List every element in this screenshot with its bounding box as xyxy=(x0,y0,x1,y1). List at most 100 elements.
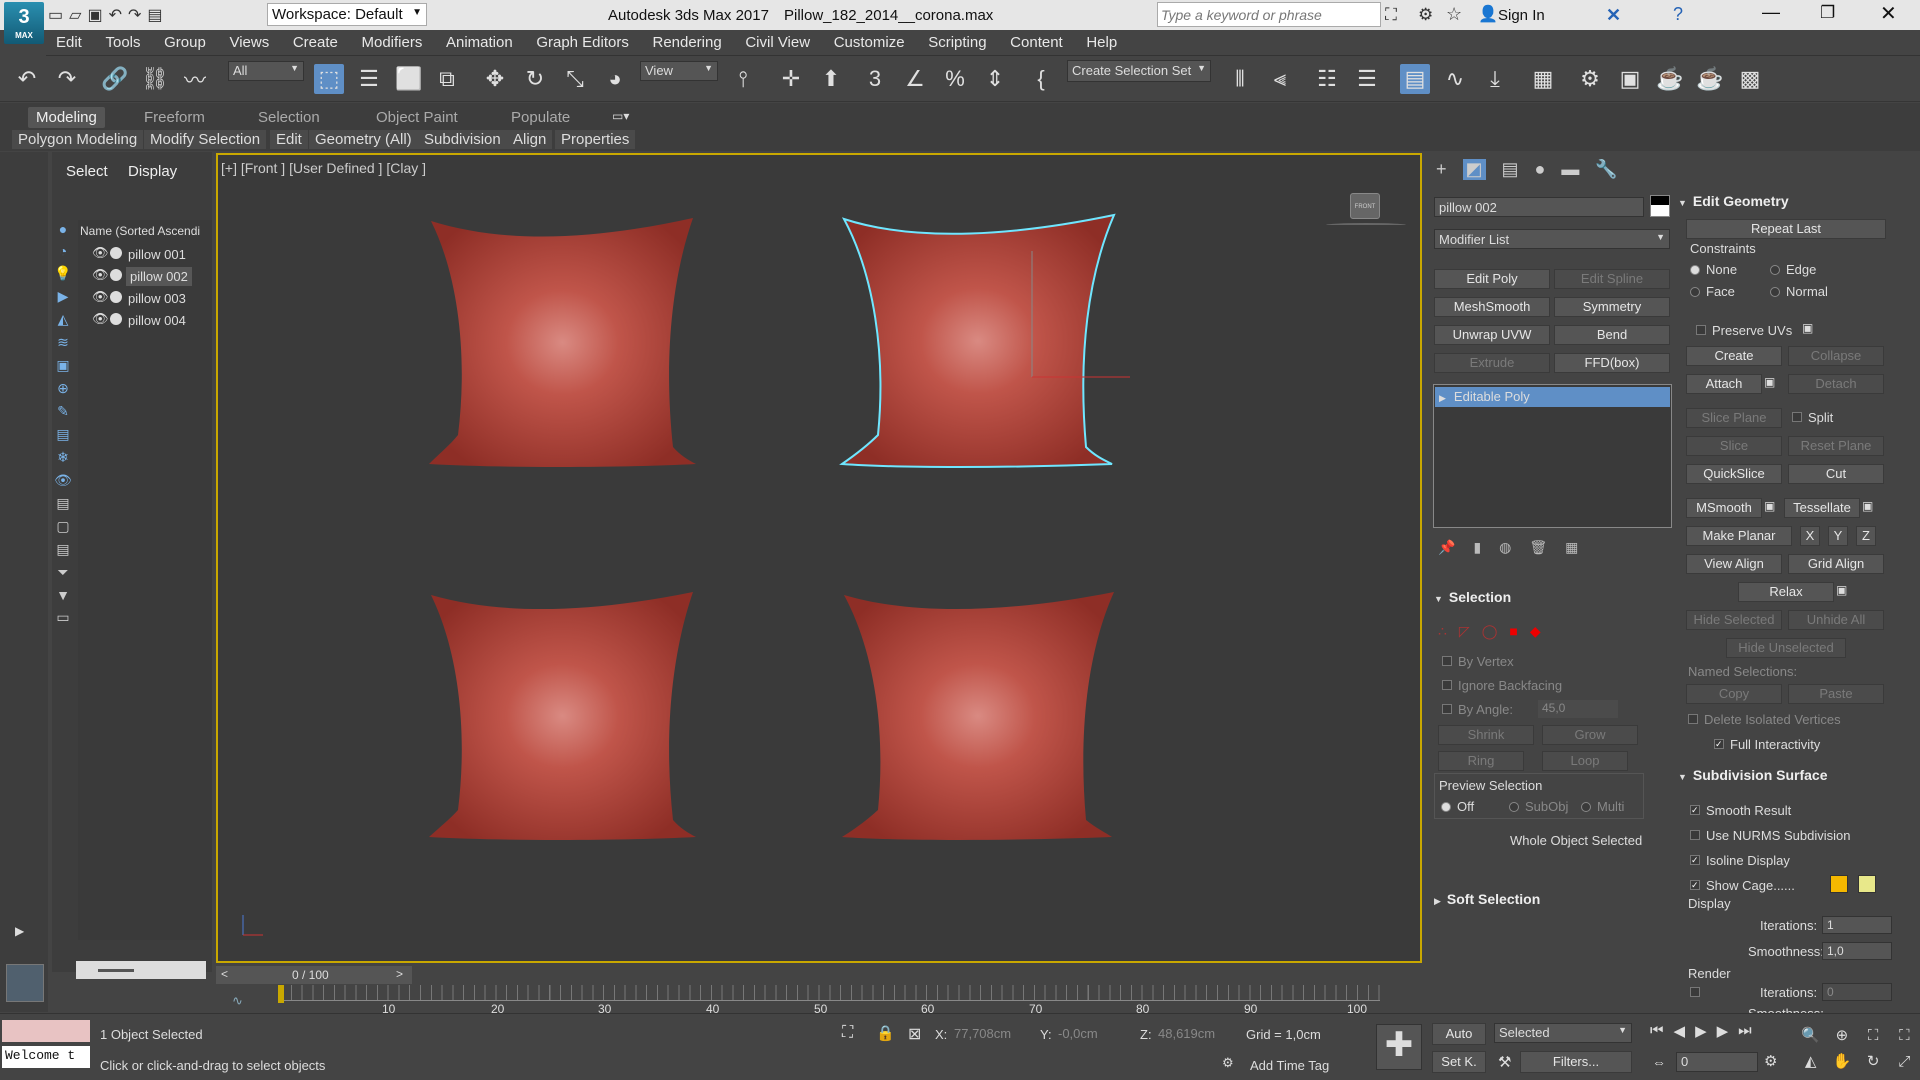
render-iterations-spinner[interactable]: 0 xyxy=(1822,983,1892,1001)
menu-modifiers[interactable]: Modifiers xyxy=(352,30,433,51)
link-icon[interactable]: 🔗 xyxy=(100,64,130,94)
slice-button[interactable]: Slice xyxy=(1686,436,1782,456)
display-smoothness-spinner[interactable]: 1,0 xyxy=(1822,942,1892,960)
display-xrefs-icon[interactable]: ⊕ xyxy=(57,380,69,397)
material-editor-icon[interactable]: ▦ xyxy=(1528,64,1558,94)
menu-rendering[interactable]: Rendering xyxy=(642,30,731,51)
split-checkbox[interactable] xyxy=(1792,412,1802,422)
attach-list-icon[interactable]: ▣ xyxy=(1764,375,1775,389)
tab-object-paint[interactable]: Object Paint xyxy=(368,107,466,128)
pan-icon[interactable]: ✋ xyxy=(1833,1052,1852,1070)
configure-icon[interactable]: ▭ xyxy=(56,609,69,626)
subscription-icon[interactable]: ⚙ xyxy=(1418,5,1433,25)
display-groups-icon[interactable]: ▣ xyxy=(56,357,69,374)
modifier-list-dropdown[interactable]: Modifier List ▼ xyxy=(1434,229,1670,249)
preview-off-radio[interactable] xyxy=(1441,802,1451,812)
zoom-icon[interactable]: 🔍 xyxy=(1801,1026,1820,1044)
menu-graph-editors[interactable]: Graph Editors xyxy=(526,30,639,51)
copy-button[interactable]: Copy xyxy=(1686,684,1782,704)
menu-content[interactable]: Content xyxy=(1000,30,1073,51)
pillow-003[interactable] xyxy=(429,592,696,840)
project-icon[interactable]: ▤ xyxy=(147,5,162,25)
maximize-viewport-icon[interactable]: ⤢ xyxy=(1898,1053,1910,1070)
rendered-frame-window-icon[interactable]: ▣ xyxy=(1615,64,1645,94)
scene-tab-select[interactable]: Select xyxy=(66,163,108,180)
key-mode-dropdown[interactable]: Selected ▼ xyxy=(1494,1023,1632,1043)
help-icon[interactable]: ? xyxy=(1673,4,1683,25)
named-selection-sets-dropdown[interactable]: Create Selection Set ▼ xyxy=(1067,60,1211,82)
display-spacewarps-icon[interactable]: ≋ xyxy=(57,334,69,351)
planar-z-button[interactable]: Z xyxy=(1856,526,1876,546)
schematic-view-icon[interactable]: ⤓ xyxy=(1480,64,1510,94)
menu-edit[interactable]: Edit xyxy=(46,30,92,51)
expand-triangle-icon[interactable]: ▶ xyxy=(1439,393,1446,403)
favorites-star-icon[interactable]: ☆ xyxy=(1446,4,1462,25)
rotate-icon[interactable]: ↻ xyxy=(520,64,550,94)
preserve-uvs-checkbox[interactable] xyxy=(1696,325,1706,335)
subtab-edit[interactable]: Edit xyxy=(270,130,308,149)
display-tab-icon[interactable]: ▬ xyxy=(1561,159,1579,180)
cage-color-swatch-1[interactable] xyxy=(1830,875,1848,893)
new-file-icon[interactable]: ▭ xyxy=(48,5,63,25)
subdivision-surface-header[interactable]: ▼ Subdivision Surface xyxy=(1678,767,1898,787)
curve-editor-icon[interactable]: ∿ xyxy=(1440,64,1470,94)
display-geometry-icon[interactable]: ● xyxy=(59,221,67,237)
hide-selected-button[interactable]: Hide Selected xyxy=(1686,610,1782,630)
relax-settings-icon[interactable]: ▣ xyxy=(1836,583,1847,597)
menu-scripting[interactable]: Scripting xyxy=(918,30,996,51)
motion-tab-icon[interactable]: ● xyxy=(1535,159,1546,180)
mini-curve-editor-icon[interactable]: ∿ xyxy=(232,993,243,1009)
pivot-center-icon[interactable]: ⫯ xyxy=(728,64,758,94)
delete-isolated-checkbox[interactable] xyxy=(1688,714,1698,724)
percent-snap-icon[interactable]: % xyxy=(940,64,970,94)
menu-create[interactable]: Create xyxy=(283,30,348,51)
key-filters-icon[interactable]: ⚒ xyxy=(1498,1053,1511,1071)
tessellate-settings-icon[interactable]: ▣ xyxy=(1862,499,1873,513)
select-object-icon[interactable]: ⬚ xyxy=(314,64,344,94)
ring-button[interactable]: Ring xyxy=(1438,751,1524,771)
detach-button[interactable]: Detach xyxy=(1788,374,1884,394)
list-item[interactable]: 👁 pillow 001 xyxy=(78,244,212,264)
angle-spinner[interactable]: 45,0 xyxy=(1538,700,1618,718)
scene-horizontal-scrollbar[interactable] xyxy=(76,961,206,979)
redo-icon[interactable]: ↷ xyxy=(128,5,141,25)
make-unique-icon[interactable]: ◍ xyxy=(1499,539,1511,559)
maxscript-listener-mini[interactable] xyxy=(2,1020,90,1042)
list-item[interactable]: 👁 pillow 003 xyxy=(78,288,212,308)
symmetry-button[interactable]: Symmetry xyxy=(1554,297,1670,317)
display-children-icon[interactable]: ▤ xyxy=(56,495,69,512)
by-angle-checkbox[interactable] xyxy=(1442,704,1452,714)
preview-multi-radio[interactable] xyxy=(1581,802,1591,812)
unlink-icon[interactable]: ⛓ xyxy=(140,64,170,94)
display-iterations-spinner[interactable]: 1 xyxy=(1822,916,1892,934)
configure-sets-icon[interactable]: ▦ xyxy=(1565,539,1578,559)
use-nurms-checkbox[interactable] xyxy=(1690,830,1700,840)
visibility-eye-icon[interactable]: 👁 xyxy=(92,267,109,283)
zoom-all-icon[interactable]: ⊕ xyxy=(1836,1026,1849,1044)
zoom-extents-icon[interactable]: ⛶ xyxy=(1868,1027,1879,1044)
funnel-icon[interactable]: ⏷ xyxy=(57,564,68,581)
constraint-edge-radio[interactable] xyxy=(1770,265,1780,275)
display-lights-icon[interactable]: 💡 xyxy=(54,265,71,282)
tab-modeling[interactable]: Modeling xyxy=(28,107,105,128)
y-coordinate-field[interactable]: -0,0cm xyxy=(1056,1024,1122,1044)
open-file-icon[interactable]: ▱ xyxy=(69,5,81,25)
viewport-front[interactable]: [+] [Front ] [User Defined ] [Clay ] FRO… xyxy=(216,153,1422,963)
time-config-icon[interactable]: ⚙ xyxy=(1764,1052,1777,1070)
save-icon[interactable]: ▣ xyxy=(87,5,102,25)
tab-freeform[interactable]: Freeform xyxy=(136,107,213,128)
meshsmooth-button[interactable]: MeshSmooth xyxy=(1434,297,1550,317)
absolute-mode-icon[interactable]: ⊠ xyxy=(908,1024,921,1044)
pillow-004[interactable] xyxy=(842,592,1114,840)
orbit-icon[interactable]: ↻ xyxy=(1867,1052,1880,1070)
tessellate-button[interactable]: Tessellate xyxy=(1784,498,1860,518)
modify-tab-icon[interactable]: ◩ xyxy=(1462,158,1486,180)
visibility-eye-icon[interactable]: 👁 xyxy=(92,245,109,261)
scale-icon[interactable]: ⤡ xyxy=(560,64,590,94)
render-production-icon[interactable]: ☕ xyxy=(1655,64,1685,94)
workspace-dropdown[interactable]: Workspace: Default ▼ xyxy=(267,3,427,26)
viewport-layout-icon[interactable] xyxy=(6,964,44,1002)
selection-filter-dropdown[interactable]: All ▼ xyxy=(228,61,304,81)
isolate-selection-icon[interactable]: ⛶ xyxy=(842,1024,853,1042)
menu-group[interactable]: Group xyxy=(154,30,216,51)
